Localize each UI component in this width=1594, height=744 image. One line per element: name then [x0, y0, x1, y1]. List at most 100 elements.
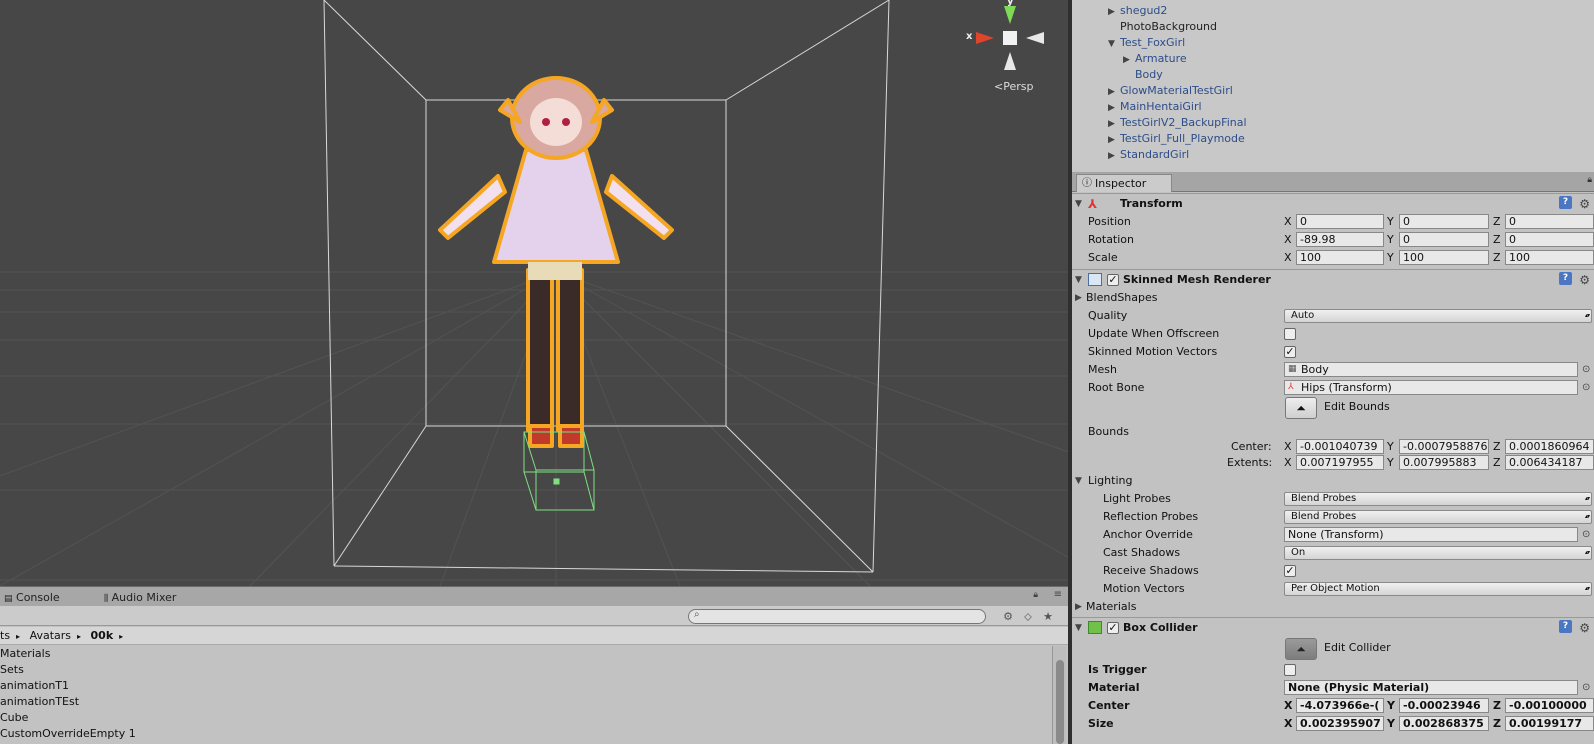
- axis-label[interactable]: Y: [1387, 454, 1394, 472]
- receive-shadows-checkbox[interactable]: ✓: [1284, 565, 1296, 577]
- axis-label[interactable]: Y: [1387, 697, 1395, 715]
- file-list-scrollbar[interactable]: [1052, 646, 1066, 744]
- hierarchy-item[interactable]: ▶ GlowMaterialTestGirl: [1108, 83, 1233, 99]
- favorite-star-icon[interactable]: ★: [1040, 609, 1056, 624]
- axis-label[interactable]: Z: [1493, 454, 1501, 472]
- collapse-arrow-icon[interactable]: ▼: [1075, 472, 1082, 490]
- axis-label[interactable]: Z: [1493, 249, 1501, 267]
- list-item[interactable]: CustomOverrideEmpty 1: [0, 726, 1052, 742]
- collider-size-y-field[interactable]: 0.002868375: [1399, 716, 1489, 731]
- panel-menu-icon[interactable]: ≡: [1054, 589, 1062, 600]
- collider-center-y-field[interactable]: -0.00023946: [1399, 698, 1489, 713]
- position-y-field[interactable]: 0: [1399, 214, 1489, 229]
- transform-header[interactable]: ▼ ⅄ Transform ? ⚙: [1072, 193, 1594, 213]
- axis-label[interactable]: Z: [1493, 213, 1501, 231]
- update-offscreen-checkbox[interactable]: [1284, 328, 1296, 340]
- lighting-foldout[interactable]: ▼ Lighting: [1072, 472, 1594, 490]
- object-picker-icon[interactable]: ⊙: [1582, 361, 1590, 379]
- scene-view[interactable]: x y <Persp: [0, 0, 1068, 586]
- axis-label[interactable]: Z: [1493, 231, 1501, 249]
- axis-label[interactable]: X: [1284, 715, 1292, 733]
- box-collider-header[interactable]: ▼ ✓ Box Collider ? ⚙: [1072, 617, 1594, 637]
- x-axis-cone-icon[interactable]: [976, 32, 994, 44]
- physic-material-object-field[interactable]: None (Physic Material): [1284, 680, 1578, 695]
- object-picker-icon[interactable]: ⊙: [1582, 526, 1590, 544]
- hierarchy-item[interactable]: PhotoBackground: [1108, 19, 1217, 35]
- list-item[interactable]: animationTEst: [0, 694, 1052, 710]
- hierarchy-item[interactable]: ▶ TestGirl_Full_Playmode: [1108, 131, 1245, 147]
- edit-bounds-button[interactable]: ⏶: [1285, 397, 1317, 419]
- expand-arrow-icon[interactable]: ▶: [1108, 116, 1120, 132]
- materials-foldout[interactable]: ▶ Materials: [1072, 598, 1594, 616]
- collider-center-x-field[interactable]: -4.073966e-(: [1296, 698, 1384, 713]
- blendshapes-row[interactable]: ▶ BlendShapes: [1072, 289, 1594, 307]
- bounds-center-y-field[interactable]: -0.0007958876: [1399, 439, 1489, 454]
- hierarchy-item[interactable]: ▶ TestGirlV2_BackupFinal: [1108, 115, 1247, 131]
- orientation-gizmo[interactable]: x y: [966, 0, 1050, 80]
- collider-size-x-field[interactable]: 0.002395907: [1296, 716, 1384, 731]
- tab-inspector[interactable]: ⓘ Inspector: [1076, 174, 1172, 192]
- axis-label[interactable]: Y: [1387, 715, 1395, 733]
- help-icon[interactable]: ?: [1559, 272, 1572, 285]
- object-picker-icon[interactable]: ⊙: [1582, 379, 1590, 397]
- axis-label[interactable]: X: [1284, 697, 1292, 715]
- expand-arrow-icon[interactable]: ▶: [1108, 84, 1120, 100]
- tab-audio-mixer[interactable]: ⫼ Audio Mixer: [104, 589, 176, 607]
- axis-label[interactable]: X: [1284, 231, 1292, 249]
- bounds-center-x-field[interactable]: -0.001040739: [1296, 439, 1384, 454]
- component-enabled-checkbox[interactable]: ✓: [1107, 274, 1119, 286]
- avatar-model[interactable]: [438, 76, 674, 448]
- rotation-x-field[interactable]: -89.98: [1296, 232, 1384, 247]
- scale-z-field[interactable]: 100: [1505, 250, 1594, 265]
- filter-by-label-icon[interactable]: ⬦: [1020, 609, 1036, 624]
- anchor-override-object-field[interactable]: None (Transform): [1284, 527, 1578, 542]
- skinned-motion-vectors-checkbox[interactable]: ✓: [1284, 346, 1296, 358]
- center-cube-icon[interactable]: [1003, 31, 1017, 45]
- axis-label[interactable]: X: [1284, 213, 1292, 231]
- list-item[interactable]: Materials: [0, 646, 1052, 662]
- axis-label[interactable]: Z: [1493, 697, 1501, 715]
- scene-canvas[interactable]: [0, 0, 1068, 586]
- expand-arrow-icon[interactable]: ▶: [1123, 52, 1135, 68]
- tab-console[interactable]: ▤ Console: [4, 589, 60, 607]
- list-item[interactable]: Sets: [0, 662, 1052, 678]
- component-enabled-checkbox[interactable]: ✓: [1107, 622, 1119, 634]
- scale-x-field[interactable]: 100: [1296, 250, 1384, 265]
- y-axis-cone-icon[interactable]: [1004, 6, 1016, 24]
- light-probes-dropdown[interactable]: Blend Probes: [1284, 492, 1592, 506]
- scrollbar-thumb[interactable]: [1056, 660, 1064, 744]
- axis-label[interactable]: Y: [1387, 213, 1394, 231]
- hierarchy-item[interactable]: ▶ Armature: [1123, 51, 1187, 67]
- bounds-extents-y-field[interactable]: 0.007995883: [1399, 455, 1489, 470]
- projection-toggle[interactable]: <Persp: [994, 80, 1033, 93]
- rotation-y-field[interactable]: 0: [1399, 232, 1489, 247]
- bounds-center-z-field[interactable]: 0.0001860964: [1505, 439, 1594, 454]
- rotation-z-field[interactable]: 0: [1505, 232, 1594, 247]
- axis-label[interactable]: X: [1284, 454, 1292, 472]
- list-item[interactable]: Cube: [0, 710, 1052, 726]
- scale-y-field[interactable]: 100: [1399, 250, 1489, 265]
- hierarchy-item[interactable]: ▶ shegud2: [1108, 3, 1167, 19]
- collider-center-z-field[interactable]: -0.00100000: [1505, 698, 1594, 713]
- is-trigger-checkbox[interactable]: [1284, 664, 1296, 676]
- filter-by-type-icon[interactable]: ⚙: [1000, 609, 1016, 624]
- collapse-arrow-icon[interactable]: ▼: [1075, 194, 1082, 214]
- lock-icon[interactable]: 🔒︎: [1033, 590, 1038, 600]
- neg-y-axis-cone-icon[interactable]: [1004, 52, 1016, 70]
- collapse-arrow-icon[interactable]: ▼: [1108, 36, 1120, 52]
- breadcrumb-item-current[interactable]: 00k: [91, 629, 114, 642]
- help-icon[interactable]: ?: [1559, 620, 1572, 633]
- object-picker-icon[interactable]: ⊙: [1582, 679, 1590, 697]
- cast-shadows-dropdown[interactable]: On: [1284, 546, 1592, 560]
- edit-collider-button[interactable]: ⏶: [1285, 638, 1317, 660]
- expand-arrow-icon[interactable]: ▶: [1108, 132, 1120, 148]
- breadcrumb-item[interactable]: ts: [0, 629, 10, 642]
- hierarchy-item[interactable]: ▼ Test_FoxGirl: [1108, 35, 1185, 51]
- reflection-probes-dropdown[interactable]: Blend Probes: [1284, 510, 1592, 524]
- breadcrumb-item[interactable]: Avatars: [30, 629, 71, 642]
- axis-label[interactable]: X: [1284, 249, 1292, 267]
- collapse-arrow-icon[interactable]: ▼: [1075, 270, 1082, 290]
- mesh-object-field[interactable]: ▦ Body: [1284, 362, 1578, 377]
- search-input[interactable]: ⌕: [688, 609, 986, 624]
- gear-icon[interactable]: ⚙: [1579, 194, 1590, 214]
